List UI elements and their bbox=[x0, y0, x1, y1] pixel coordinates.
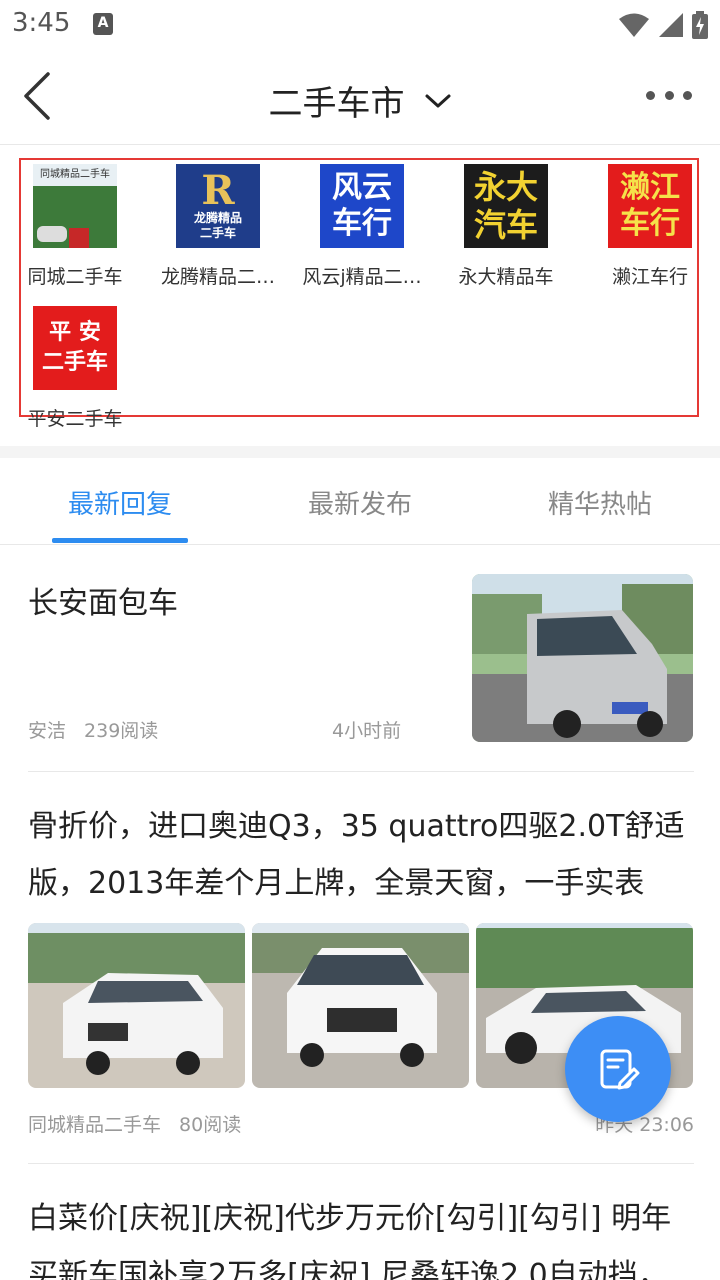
tab-latest-post[interactable]: 最新发布 bbox=[260, 484, 460, 521]
tab-active-indicator bbox=[52, 538, 188, 543]
signal-icon bbox=[659, 13, 683, 37]
status-time: 3:45 bbox=[12, 8, 71, 38]
chevron-down-icon bbox=[425, 94, 451, 107]
merchant-item[interactable]: 风云 车行 风云j精品二… bbox=[287, 164, 437, 289]
post-image[interactable] bbox=[472, 574, 693, 742]
tab-featured[interactable]: 精华热帖 bbox=[500, 484, 700, 521]
post-image[interactable] bbox=[252, 923, 469, 1088]
merchant-grid: 同城精品二手车 同城二手车 R 龙腾精品 二手车 龙腾精品二… 风云 车行 风云… bbox=[19, 158, 699, 430]
tab-latest-reply[interactable]: 最新回复 bbox=[20, 484, 220, 521]
header: 二手车市 bbox=[0, 50, 720, 145]
merchant-name: 濑江车行 bbox=[611, 266, 688, 288]
merchant-logo: 永大 汽车 bbox=[464, 164, 548, 248]
merchant-logo: 濑江 车行 bbox=[608, 164, 692, 248]
new-post-button[interactable] bbox=[565, 1016, 671, 1122]
a-icon: A bbox=[93, 13, 113, 35]
section-divider bbox=[0, 446, 720, 458]
battery-charging-icon bbox=[692, 11, 708, 39]
merchant-logo: 风云 车行 bbox=[320, 164, 404, 248]
merchant-logo: 平 安 二手车 bbox=[33, 306, 117, 390]
merchant-name: 风云j精品二… bbox=[302, 266, 422, 288]
post-meta: 同城精品二手车 80阅读 bbox=[28, 1110, 259, 1137]
merchant-item[interactable]: 永大 汽车 永大精品车 bbox=[431, 164, 581, 289]
post-author: 同城精品二手车 bbox=[28, 1114, 162, 1136]
status-icons bbox=[618, 10, 708, 40]
merchant-name: 龙腾精品二… bbox=[160, 266, 275, 288]
merchant-item[interactable]: 同城精品二手车 同城二手车 bbox=[0, 164, 150, 289]
post-title: 白菜价[庆祝][庆祝]代步万元价[勾引][勾引] 明年买新车国补享2万多[庆祝]… bbox=[28, 1201, 672, 1280]
more-button[interactable] bbox=[646, 88, 692, 102]
post-author: 安洁 bbox=[28, 720, 67, 742]
post-meta: 安洁 239阅读 bbox=[28, 716, 176, 743]
merchant-name: 平安二手车 bbox=[27, 408, 123, 430]
merchant-item[interactable]: 平 安 二手车 平安二手车 bbox=[0, 306, 150, 431]
wifi-icon bbox=[619, 13, 649, 37]
status-bar: 3:45 A bbox=[0, 0, 720, 50]
page-title: 二手车市 bbox=[268, 84, 405, 124]
post-reads: 80阅读 bbox=[179, 1114, 242, 1136]
post-reads: 239阅读 bbox=[84, 720, 159, 742]
post-title: 骨折价，进口奥迪Q3，35 quattro四驱2.0T舒适版，2013年差个月上… bbox=[28, 809, 685, 901]
merchant-item[interactable]: R 龙腾精品 二手车 龙腾精品二… bbox=[143, 164, 293, 289]
merchant-logo: R 龙腾精品 二手车 bbox=[176, 164, 260, 248]
title-selector[interactable]: 二手车市 bbox=[0, 76, 720, 125]
merchant-name: 永大精品车 bbox=[458, 266, 554, 288]
merchant-name: 同城二手车 bbox=[27, 266, 123, 288]
post-time: 4小时前 bbox=[332, 720, 402, 742]
merchant-logo: 同城精品二手车 bbox=[33, 164, 117, 248]
post-item[interactable]: 长安面包车 安洁 239阅读 4小时前 bbox=[28, 546, 694, 772]
more-dots-icon bbox=[646, 90, 655, 100]
post-image[interactable] bbox=[28, 923, 245, 1088]
post-item[interactable]: 白菜价[庆祝][庆祝]代步万元价[勾引][勾引] 明年买新车国补享2万多[庆祝]… bbox=[28, 1164, 694, 1280]
merchant-item[interactable]: 濑江 车行 濑江车行 bbox=[575, 164, 720, 289]
edit-post-icon bbox=[600, 1049, 640, 1090]
tab-bar: 最新回复 最新发布 精华热帖 bbox=[0, 458, 720, 545]
post-title: 长安面包车 bbox=[28, 586, 178, 621]
